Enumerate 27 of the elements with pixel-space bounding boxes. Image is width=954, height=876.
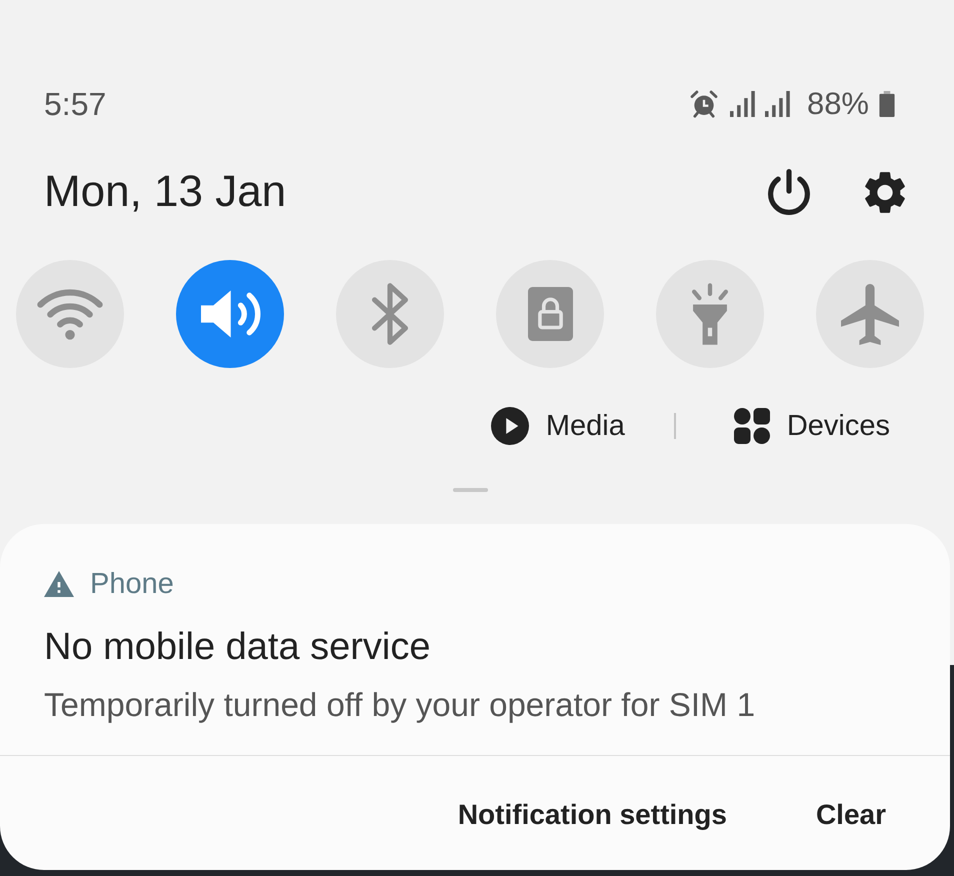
- clear-button[interactable]: Clear: [800, 783, 902, 847]
- battery-icon: [879, 91, 895, 117]
- drag-handle[interactable]: [453, 488, 488, 492]
- devices-button[interactable]: Devices: [734, 406, 890, 446]
- notification-text: Temporarily turned off by your operator for SIM 1: [44, 685, 756, 725]
- power-icon[interactable]: [768, 169, 810, 215]
- warning-icon: [44, 571, 74, 597]
- notification-title: No mobile data service: [44, 625, 431, 669]
- play-icon: [490, 407, 529, 445]
- signal-icon: [730, 91, 756, 117]
- airplane-icon: [841, 284, 899, 344]
- wifi-icon: [37, 288, 103, 340]
- devices-icon: [734, 408, 770, 444]
- speaker-icon: [201, 289, 263, 339]
- signal-icon: [764, 91, 791, 117]
- notification-settings-button[interactable]: Notification settings: [442, 783, 743, 847]
- media-button[interactable]: Media: [490, 406, 625, 446]
- battery-percentage: 88%: [806, 85, 869, 123]
- notification-card[interactable]: Phone No mobile data service Temporarily turned off by your operator for SIM 1 Notification settings Clear: [0, 524, 950, 870]
- flashlight-icon: [692, 283, 728, 345]
- settings-icon[interactable]: [865, 170, 905, 214]
- app-name: Phone: [90, 567, 174, 602]
- padlock-tile-icon: [528, 287, 572, 341]
- bluetooth-icon: [372, 283, 408, 345]
- clock-time: 5:57: [44, 85, 106, 124]
- date-text: Mon, 13 Jan: [44, 167, 286, 217]
- alarm-clock-icon: [690, 90, 718, 118]
